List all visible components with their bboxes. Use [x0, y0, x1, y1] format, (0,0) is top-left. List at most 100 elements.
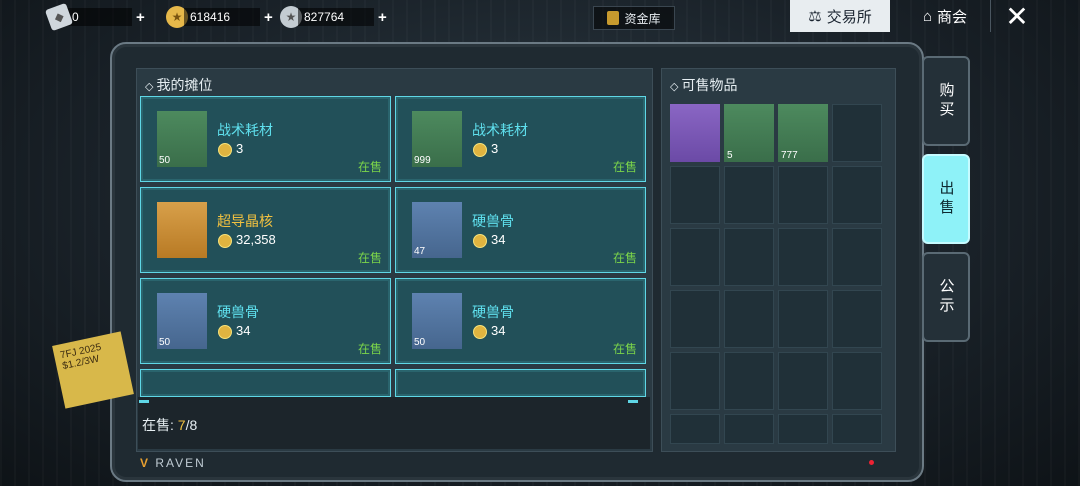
- inventory-slot[interactable]: [778, 228, 828, 286]
- vault-icon: [607, 11, 620, 25]
- status-light: [869, 460, 874, 465]
- inventory-slot[interactable]: [670, 290, 720, 348]
- inventory-slot[interactable]: [724, 228, 774, 286]
- inventory-slot[interactable]: [832, 228, 882, 286]
- inventory-slot[interactable]: [778, 166, 828, 224]
- crystal-core-icon: [157, 202, 207, 258]
- item-name: 硬兽骨: [472, 213, 514, 229]
- inventory-slot[interactable]: [832, 352, 882, 410]
- gold-coin-icon: [473, 325, 487, 339]
- item-name: 战术耗材: [472, 122, 528, 138]
- tab-buy[interactable]: 购买: [922, 56, 970, 146]
- tab-guild-label: 商会: [937, 8, 968, 26]
- medkit-icon[interactable]: 5: [724, 104, 774, 162]
- item-name: 硬兽骨: [472, 304, 514, 320]
- currency-value: 0: [66, 8, 132, 26]
- status-badge: 在售: [612, 160, 637, 174]
- tab-buy-label: 购买: [937, 82, 955, 120]
- stall-slot[interactable]: 47 硬兽骨 34 在售: [395, 187, 646, 273]
- add-currency-button[interactable]: +: [136, 9, 145, 26]
- tab-exchange[interactable]: ⚖ 交易所: [790, 0, 890, 32]
- brand-logo: V RAVEN: [140, 456, 206, 470]
- diamond-icon: ◇: [145, 81, 154, 93]
- status-badge: 在售: [612, 251, 637, 265]
- raven-icon: V: [140, 456, 151, 470]
- item-count: 50: [414, 337, 426, 348]
- close-icon[interactable]: ✕: [1000, 2, 1034, 32]
- gold-coin-icon: [218, 325, 232, 339]
- tab-exchange-label: 交易所: [826, 8, 872, 26]
- stall-slot[interactable]: 50 战术耗材 3 在售: [140, 96, 391, 182]
- battery-crate-icon[interactable]: 777: [778, 104, 828, 162]
- stall-slot[interactable]: 50 硬兽骨 34 在售: [395, 278, 646, 364]
- add-currency-button[interactable]: +: [264, 9, 273, 26]
- status-badge: 在售: [357, 342, 382, 356]
- item-count: 999: [414, 155, 431, 166]
- my-stall-title: 我的摊位: [156, 77, 213, 93]
- inventory-slot[interactable]: [670, 166, 720, 224]
- inventory-slot[interactable]: [670, 414, 720, 444]
- currency-gold: ★ 618416 +: [166, 6, 273, 28]
- stall-slot[interactable]: [395, 369, 646, 397]
- on-sale-label: 在售:: [142, 417, 174, 433]
- stall-footer: 在售: 7/8: [138, 397, 650, 449]
- gold-coin-icon: [473, 234, 487, 248]
- item-count: 47: [414, 246, 426, 257]
- inventory-slot[interactable]: [670, 228, 720, 286]
- stall-slot[interactable]: [140, 369, 391, 397]
- on-sale-counter: 在售: 7/8: [142, 415, 197, 435]
- item-price: 3: [491, 141, 499, 156]
- inventory-slot[interactable]: [724, 166, 774, 224]
- item-name: 超导晶核: [217, 213, 273, 229]
- tab-announce[interactable]: 公示: [922, 252, 970, 342]
- stall-slot[interactable]: 超导晶核 32,358 在售: [140, 187, 391, 273]
- scroll-indicator: [139, 400, 149, 403]
- inventory-slot[interactable]: [832, 414, 882, 444]
- status-badge: 在售: [357, 160, 382, 174]
- inventory-slot[interactable]: [724, 352, 774, 410]
- currency-value: 827764: [298, 8, 374, 26]
- item-count: 50: [159, 155, 171, 166]
- item-price: 32,358: [236, 232, 276, 247]
- item-price: 34: [491, 323, 506, 338]
- divider: [990, 0, 991, 32]
- stall-slot[interactable]: 50 硬兽骨 34 在售: [140, 278, 391, 364]
- add-currency-button[interactable]: +: [378, 9, 387, 26]
- inventory-slot[interactable]: [670, 352, 720, 410]
- scale-icon: ⚖: [808, 8, 822, 25]
- on-sale-max: /8: [185, 417, 198, 433]
- brand-label: RAVEN: [155, 456, 206, 470]
- vault-label: 资金库: [624, 11, 661, 26]
- inventory-slot[interactable]: [778, 352, 828, 410]
- item-name: 战术耗材: [217, 122, 273, 138]
- status-badge: 在售: [357, 251, 382, 265]
- battery-crate-icon: 50: [157, 111, 207, 167]
- sellable-title: 可售物品: [681, 77, 738, 93]
- note-text: 7FJ 2025 $1.2/3W: [59, 341, 103, 373]
- item-count: 50: [159, 337, 171, 348]
- bone-icon: 50: [412, 293, 462, 349]
- tab-guild[interactable]: ⌂ 商会: [905, 0, 985, 32]
- gold-coin-icon: [218, 234, 232, 248]
- item-price: 34: [236, 323, 251, 338]
- bread-icon[interactable]: [670, 104, 720, 162]
- bone-icon: 50: [157, 293, 207, 349]
- item-count: 777: [781, 150, 798, 161]
- item-price: 3: [236, 141, 244, 156]
- house-icon: ⌂: [922, 7, 933, 25]
- status-badge: 在售: [612, 342, 637, 356]
- item-name: 硬兽骨: [217, 304, 259, 320]
- bone-icon: 47: [412, 202, 462, 258]
- inventory-slot[interactable]: [832, 104, 882, 162]
- inventory-slot[interactable]: [724, 414, 774, 444]
- inventory-slot[interactable]: [778, 290, 828, 348]
- inventory-slot[interactable]: [832, 290, 882, 348]
- panel-title: ◇ 可售物品: [670, 75, 737, 95]
- tab-sell[interactable]: 出售: [922, 154, 970, 244]
- inventory-slot[interactable]: [778, 414, 828, 444]
- inventory-slot[interactable]: [724, 290, 774, 348]
- inventory-slot[interactable]: [832, 166, 882, 224]
- currency-silver: ★ 827764 +: [280, 6, 387, 28]
- stall-slot[interactable]: 999 战术耗材 3 在售: [395, 96, 646, 182]
- vault-button[interactable]: 资金库: [593, 6, 675, 30]
